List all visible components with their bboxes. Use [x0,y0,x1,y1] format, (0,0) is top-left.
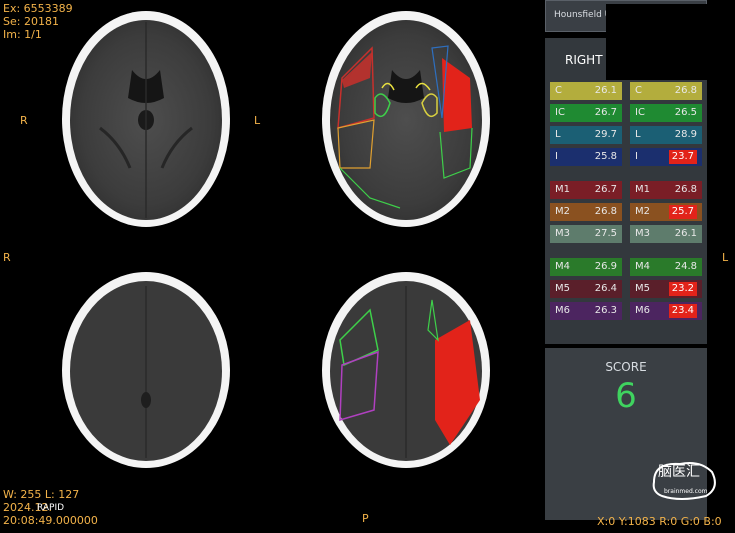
region-cell-left: C 26.8 [630,82,702,100]
region-label: M5 [555,283,570,294]
region-label: I [635,151,638,162]
ct-slice-lower-roi[interactable] [320,270,492,470]
region-value: 26.7 [594,107,617,118]
score-value: 6 [615,376,637,416]
region-value: 26.7 [594,184,617,195]
region-value: 25.7 [668,205,697,219]
region-cell-right: M3 27.5 [550,225,622,243]
region-value: 25.8 [594,151,617,162]
region-value: 27.5 [594,228,617,239]
region-label: M3 [555,228,570,239]
pixel-readout: X:0 Y:1083 R:0 G:0 B:0 [597,515,722,528]
posterior-marker: P [362,512,369,525]
ct-slice-lower-raw[interactable] [60,270,232,470]
aspects-region-table: RIGHT C 26.1 C 26.8 IC 26.7 IC 26.5 L 29.7 L 28.9 I 2… [545,38,707,344]
region-value: 26.8 [674,184,697,195]
left-orientation-marker: L [254,114,261,127]
region-cell-right: C 26.1 [550,82,622,100]
window-level: W: 255 L: 127 [3,488,80,501]
right-column-header: RIGHT [565,53,603,67]
region-cell-left: M1 26.8 [630,181,702,199]
ct-slice-upper-raw[interactable] [60,8,232,230]
region-cell-right: M1 26.7 [550,181,622,199]
region-label: IC [555,107,565,118]
image-index: Im: 1/1 [3,28,42,41]
region-value: 23.4 [668,304,697,318]
region-cell-left: M3 26.1 [630,225,702,243]
logo-text: 脑医汇 [658,464,700,480]
region-cell-right: M4 26.9 [550,258,622,276]
region-cell-left: M5 23.2 [630,280,702,298]
ct-slice-upper-roi[interactable] [320,8,492,230]
region-value: 23.2 [668,282,697,296]
logo-subtext: brainmed.com [664,488,708,495]
region-value: 26.8 [594,206,617,217]
left-side-marker: L [722,251,729,264]
study-time: 20:08:49.000000 [3,514,98,527]
region-label: I [555,151,558,162]
region-cell-right: M6 26.3 [550,302,622,320]
region-cell-right: M2 26.8 [550,203,622,221]
series-id: Se: 20181 [3,15,59,28]
region-label: M2 [555,206,570,217]
region-value: 26.4 [594,283,617,294]
region-label: M5 [635,283,650,294]
region-value: 26.9 [594,261,617,272]
region-value: 26.3 [594,305,617,316]
region-value: 23.7 [668,150,697,164]
region-label: L [635,129,641,140]
region-cell-right: I 25.8 [550,148,622,166]
region-cell-right: L 29.7 [550,126,622,144]
region-label: C [635,85,642,96]
region-cell-left: L 28.9 [630,126,702,144]
hounsfield-label: Hounsfield U [554,10,612,20]
right-orientation-marker: R [20,114,28,127]
region-label: M3 [635,228,650,239]
region-label: M6 [635,305,650,316]
region-value: 26.8 [674,85,697,96]
region-value: 29.7 [594,129,617,140]
region-label: C [555,85,562,96]
region-value: 28.9 [674,129,697,140]
region-cell-left: I 23.7 [630,148,702,166]
region-cell-left: M6 23.4 [630,302,702,320]
region-cell-right: IC 26.7 [550,104,622,122]
score-label: SCORE [605,360,647,374]
region-label: L [555,129,561,140]
region-label: M2 [635,206,650,217]
region-cell-left: M2 25.7 [630,203,702,221]
redacted-box [606,4,708,80]
region-label: M6 [555,305,570,316]
region-cell-right: M5 26.4 [550,280,622,298]
region-label: M1 [555,184,570,195]
region-label: M4 [635,261,650,272]
region-cell-left: IC 26.5 [630,104,702,122]
region-label: IC [635,107,645,118]
region-label: M4 [555,261,570,272]
region-label: M1 [635,184,650,195]
right-side-marker: R [3,251,11,264]
region-cell-left: M4 24.8 [630,258,702,276]
region-value: 24.8 [674,261,697,272]
region-value: 26.1 [674,228,697,239]
region-value: 26.1 [594,85,617,96]
region-value: 26.5 [674,107,697,118]
